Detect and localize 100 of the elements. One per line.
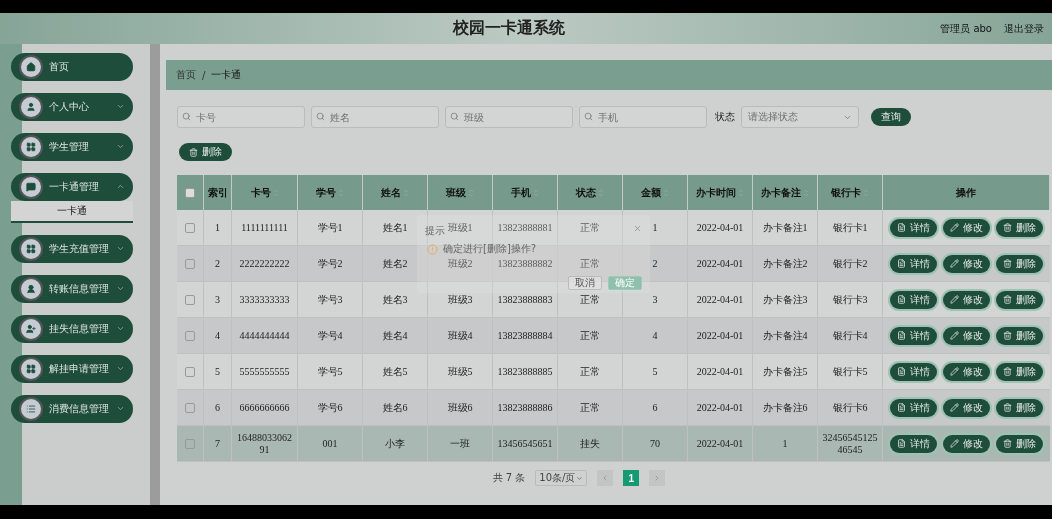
sidebar-item[interactable]: 学生充值管理 [11, 235, 133, 263]
table-cell-text: 1648803306291 [236, 431, 293, 456]
previous-page-button[interactable] [597, 470, 614, 486]
sidebar-item[interactable]: 个人中心 [11, 93, 133, 121]
search-field[interactable]: 班级 [445, 106, 573, 128]
details-button[interactable]: 详情 [890, 290, 937, 309]
table-cell: 正常 [580, 401, 600, 414]
delete-button[interactable]: 删除 [996, 326, 1043, 345]
edit-button[interactable]: 修改 [943, 326, 990, 345]
select-all-checkbox[interactable] [185, 187, 195, 198]
user-icon [19, 95, 43, 119]
scrollbar[interactable] [150, 44, 160, 505]
column-header[interactable]: 班级 [428, 175, 493, 210]
row-checkbox[interactable] [185, 330, 195, 341]
status-select[interactable]: 请选择状态 [741, 106, 859, 128]
sidebar-item[interactable]: 挂失信息管理 [11, 315, 133, 343]
row-checkbox[interactable] [185, 438, 195, 449]
table-cell: 小李 [385, 437, 405, 450]
user-plus-icon [19, 317, 43, 341]
delete-button[interactable]: 删除 [996, 434, 1043, 453]
grid-icon [19, 357, 43, 381]
user-icon [19, 277, 43, 301]
table-cell: 办卡备注4 [762, 329, 808, 342]
delete-button[interactable]: 删除 [179, 143, 232, 161]
delete-button[interactable]: 删除 [996, 290, 1043, 309]
details-button[interactable]: 详情 [890, 362, 937, 381]
edit-button[interactable]: 修改 [943, 434, 990, 453]
row-checkbox[interactable] [185, 366, 195, 377]
submenu-item[interactable]: 一卡通 [11, 201, 133, 223]
delete-button[interactable]: 删除 [996, 398, 1043, 417]
edit-button[interactable]: 修改 [943, 398, 990, 417]
pencil-icon [950, 223, 959, 232]
search-field[interactable]: 手机 [579, 106, 707, 128]
table-cell: 班级6 [447, 401, 473, 414]
table-cell: 姓名6 [382, 401, 408, 414]
next-page-button[interactable] [649, 470, 666, 486]
row-checkbox[interactable] [185, 402, 195, 413]
edit-button[interactable]: 修改 [943, 218, 990, 237]
logout-link[interactable]: 退出登录 [1004, 21, 1044, 36]
edit-button[interactable]: 修改 [943, 290, 990, 309]
details-button[interactable]: 详情 [890, 254, 937, 273]
delete-button[interactable]: 删除 [996, 218, 1043, 237]
table-cell: 办卡备注1 [762, 221, 808, 234]
delete-button[interactable]: 删除 [996, 362, 1043, 381]
table-cell: 5555555555 [239, 365, 290, 378]
trash-icon [1003, 259, 1012, 268]
table-cell: 学号4 [317, 329, 343, 342]
total-count: 共 7 条 [492, 471, 526, 485]
table-cell: 一班 [450, 437, 470, 450]
trash-icon [1003, 331, 1012, 340]
row-checkbox[interactable] [185, 294, 195, 305]
table-cell: 银行卡2 [832, 257, 868, 270]
sidebar-item[interactable]: 消费信息管理 [11, 395, 133, 423]
breadcrumb-link[interactable]: 一卡通 [211, 68, 242, 82]
details-button[interactable]: 详情 [890, 326, 937, 345]
search-field[interactable]: 姓名 [311, 106, 439, 128]
column-header[interactable]: 姓名 [363, 175, 428, 210]
details-button[interactable]: 详情 [890, 398, 937, 417]
table-cell: 姓名2 [382, 257, 408, 270]
table-cell: 班级2 [447, 257, 473, 270]
column-header[interactable]: 卡号 [232, 175, 298, 210]
details-button[interactable]: 详情 [890, 218, 937, 237]
edit-button[interactable]: 修改 [943, 362, 990, 381]
sidebar-item[interactable]: 一卡通管理 [11, 173, 133, 201]
sidebar-item[interactable]: 转账信息管理 [11, 275, 133, 303]
column-header: 索引 [204, 175, 232, 210]
column-header[interactable]: 手机 [493, 175, 558, 210]
row-checkbox[interactable] [185, 222, 195, 233]
edit-button[interactable]: 修改 [943, 254, 990, 273]
column-header[interactable]: 办卡时间 [688, 175, 753, 210]
details-button[interactable]: 详情 [890, 434, 937, 453]
column-header[interactable]: 状态 [558, 175, 623, 210]
table-cell: 挂失 [580, 437, 600, 450]
cancel-button[interactable]: 取消 [568, 276, 602, 290]
column-header[interactable]: 学号 [298, 175, 363, 210]
table-cell: 6666666666 [239, 401, 290, 414]
query-button[interactable]: 查询 [871, 108, 911, 126]
table-cell: 13823888885 [497, 365, 553, 378]
pencil-icon [950, 403, 959, 412]
sidebar-item[interactable]: 学生管理 [11, 133, 133, 161]
table-cell: 1 [215, 221, 220, 234]
warning-icon [427, 243, 438, 255]
sidebar-item[interactable]: 解挂申请管理 [11, 355, 133, 383]
table-cell: 6 [652, 401, 658, 414]
table-cell: 班级1 [447, 221, 473, 234]
page-size-select[interactable]: 10条/页 [535, 470, 588, 486]
row-checkbox[interactable] [185, 258, 195, 269]
sidebar-item[interactable]: 首页 [11, 53, 133, 81]
column-header[interactable]: 金额 [623, 175, 688, 210]
page-button[interactable]: 1 [623, 470, 640, 486]
breadcrumb-link[interactable]: 首页 [176, 68, 196, 82]
delete-button[interactable]: 删除 [996, 254, 1043, 273]
column-header[interactable]: 办卡备注 [753, 175, 818, 210]
close-icon[interactable] [633, 224, 642, 233]
table-cell: 6 [215, 401, 220, 414]
search-field[interactable]: 卡号 [177, 106, 305, 128]
column-header[interactable]: 银行卡 [818, 175, 883, 210]
search-icon [182, 112, 191, 121]
table-cell: 13823888881 [497, 221, 553, 234]
table-cell: 2022-04-01 [696, 257, 744, 270]
